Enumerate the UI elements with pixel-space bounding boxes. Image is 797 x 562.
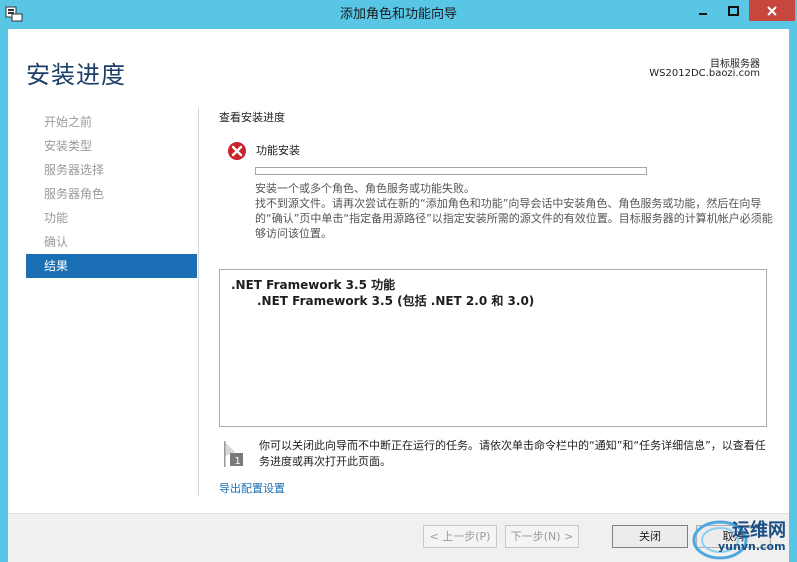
failure-details: 找不到源文件。请再次尝试在新的“添加角色和功能”向导会话中安装角色、角色服务或功… <box>255 197 773 240</box>
result-feature: .NET Framework 3.5 功能 <box>231 278 396 292</box>
nav-item-results[interactable]: 结果 <box>26 254 197 278</box>
window-frame-left <box>0 29 8 562</box>
nav-item-server-selection[interactable]: 服务器选择 <box>26 158 197 182</box>
wizard-nav: 开始之前 安装类型 服务器选择 服务器角色 功能 确认 结果 <box>26 110 197 278</box>
maximize-icon <box>727 5 739 16</box>
nav-item-before-you-begin[interactable]: 开始之前 <box>26 110 197 134</box>
nav-item-features[interactable]: 功能 <box>26 206 197 230</box>
feature-installation-label: 功能安装 <box>256 144 300 157</box>
close-icon <box>767 5 777 16</box>
result-sub-feature: .NET Framework 3.5 (包括 .NET 2.0 和 3.0) <box>257 294 535 308</box>
nav-divider <box>198 108 199 496</box>
watermark-text: 运维网 <box>732 520 786 541</box>
maximize-button[interactable] <box>719 0 747 21</box>
title-bar: 添加角色和功能向导 <box>0 0 797 29</box>
watermark-url: yunvn.com <box>718 540 786 553</box>
section-title: 查看安装进度 <box>219 111 285 124</box>
minimize-icon <box>699 12 707 15</box>
results-box: .NET Framework 3.5 功能 .NET Framework 3.5… <box>219 269 767 427</box>
destination-server-name: WS2012DC.baozi.com <box>649 68 760 79</box>
page-title: 安装进度 <box>26 61 126 89</box>
svg-text:1: 1 <box>235 456 241 467</box>
close-window-button[interactable] <box>749 0 795 21</box>
export-configuration-link[interactable]: 导出配置设置 <box>219 480 285 496</box>
error-icon <box>228 142 246 160</box>
nav-item-installation-type[interactable]: 安装类型 <box>26 134 197 158</box>
previous-button[interactable]: < 上一步(P) <box>423 525 497 548</box>
next-button[interactable]: 下一步(N) > <box>505 525 579 548</box>
nav-item-confirmation[interactable]: 确认 <box>26 230 197 254</box>
failure-message: 安装一个或多个角色、角色服务或功能失败。 <box>255 182 475 195</box>
minimize-button[interactable] <box>689 0 717 21</box>
window-frame-right <box>789 29 797 562</box>
nav-item-server-roles[interactable]: 服务器角色 <box>26 182 197 206</box>
flag-notification-icon: 1 <box>224 441 243 467</box>
install-progress-bar <box>255 167 647 175</box>
close-button[interactable]: 关闭 <box>612 525 688 548</box>
window-title: 添加角色和功能向导 <box>339 7 457 22</box>
background-note: 你可以关闭此向导而不中断正在运行的任务。请依次单击命令栏中的“通知”和“任务详细… <box>259 439 766 468</box>
